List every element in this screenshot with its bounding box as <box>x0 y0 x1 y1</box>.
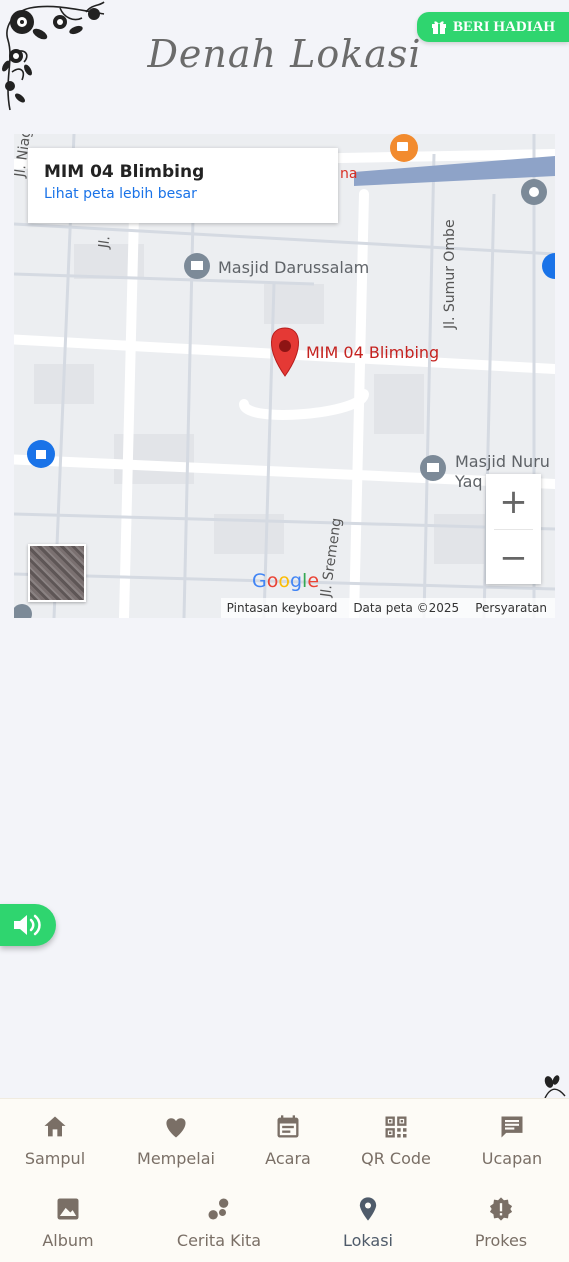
nav-label: Sampul <box>24 1149 86 1168</box>
qr-code-icon <box>385 1116 407 1138</box>
keyboard-shortcuts-link[interactable]: Pintasan keyboard <box>227 601 338 615</box>
nav-item-sampul[interactable]: Sampul <box>23 1113 87 1168</box>
floral-small-ornament <box>544 1075 566 1099</box>
nav-label: Mempelai <box>137 1149 215 1168</box>
page-title: Denah Lokasi <box>147 32 422 76</box>
speaker-icon <box>14 914 41 936</box>
nav-label: Ucapan <box>481 1149 543 1168</box>
map-embed[interactable]: Jl. Niaga Jl. Sumur Ombe Jl. Sremeng Jl.… <box>14 134 555 618</box>
nav-label: Acara <box>265 1149 311 1168</box>
street-label-sumur-ombe: Jl. Sumur Ombe <box>442 219 458 329</box>
map-data-text: Data peta ©2025 <box>353 601 460 615</box>
heart-icon <box>166 1118 186 1138</box>
nav-label: Album <box>42 1231 94 1250</box>
image-icon <box>57 1198 79 1220</box>
nav-item-album[interactable]: Album <box>40 1195 96 1250</box>
map-attribution: Pintasan keyboard Data peta ©2025 Persya… <box>220 598 555 618</box>
street-label-na: na <box>340 166 358 182</box>
street-label-jl: Jl. <box>96 234 114 250</box>
nav-label: QR Code <box>361 1149 431 1168</box>
sound-toggle-button[interactable] <box>0 904 56 946</box>
poi-label-masjid-darussalam[interactable]: Masjid Darussalam <box>218 258 369 277</box>
zoom-controls: + − <box>486 474 541 584</box>
location-pin-label[interactable]: MIM 04 Blimbing <box>306 343 439 362</box>
satellite-toggle-thumbnail[interactable] <box>28 544 86 602</box>
comment-icon <box>501 1116 523 1138</box>
nav-item-cerita-kita[interactable]: Cerita Kita <box>174 1195 264 1250</box>
nav-label: Lokasi <box>343 1231 393 1250</box>
larger-map-link[interactable]: Lihat peta lebih besar <box>44 186 322 202</box>
terms-link[interactable]: Persyaratan <box>475 601 547 615</box>
place-info-card: MIM 04 Blimbing Lihat peta lebih besar <box>28 148 338 223</box>
poi-label-yaq[interactable]: Yaq <box>455 472 483 491</box>
place-name: MIM 04 Blimbing <box>44 162 205 182</box>
nav-item-acara[interactable]: Acara <box>262 1113 314 1168</box>
nav-label: Cerita Kita <box>176 1231 262 1250</box>
nav-item-qr-code[interactable]: QR Code <box>358 1113 434 1168</box>
nav-item-ucapan[interactable]: Ucapan <box>478 1113 546 1168</box>
zoom-out-button[interactable]: − <box>486 530 541 585</box>
nav-item-prokes[interactable]: Prokes <box>470 1195 532 1250</box>
bubbles-icon <box>208 1198 229 1220</box>
bottom-navigation: Sampul Mempelai Acara QR Code Ucapan Alb… <box>0 1098 569 1262</box>
google-logo: Google <box>252 570 320 592</box>
zoom-in-button[interactable]: + <box>486 474 541 529</box>
nav-label: Prokes <box>474 1231 528 1250</box>
poi-label-masjid-nuru[interactable]: Masjid Nuru <box>455 452 550 471</box>
location-pin-icon <box>359 1197 377 1221</box>
nav-item-lokasi[interactable]: Lokasi <box>340 1195 396 1250</box>
home-icon <box>44 1116 66 1137</box>
nav-item-mempelai[interactable]: Mempelai <box>134 1113 218 1168</box>
alert-badge-icon <box>489 1197 513 1221</box>
calendar-icon <box>277 1115 299 1138</box>
